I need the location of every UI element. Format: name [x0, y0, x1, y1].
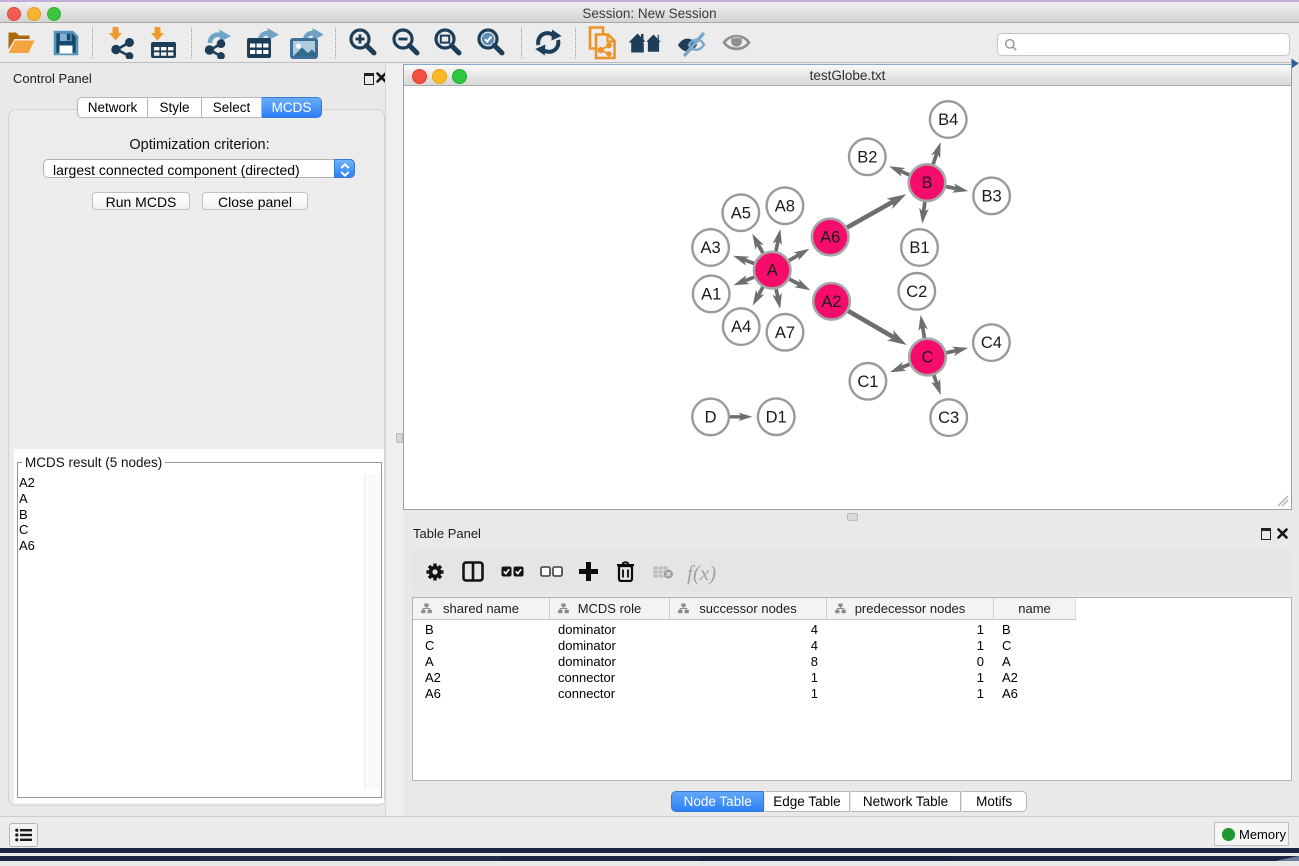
- svg-text:C4: C4: [981, 334, 1002, 352]
- svg-text:C1: C1: [857, 373, 878, 391]
- svg-text:B2: B2: [857, 148, 877, 166]
- svg-text:C2: C2: [906, 283, 927, 301]
- svg-text:A8: A8: [775, 197, 795, 215]
- svg-text:B4: B4: [938, 111, 958, 129]
- svg-text:B3: B3: [982, 188, 1002, 206]
- svg-text:D: D: [705, 409, 717, 427]
- svg-text:B: B: [921, 174, 932, 192]
- svg-text:A6: A6: [820, 229, 840, 247]
- svg-text:A1: A1: [701, 286, 721, 304]
- svg-text:B1: B1: [909, 239, 929, 257]
- svg-text:A5: A5: [731, 204, 751, 222]
- svg-text:A2: A2: [821, 293, 841, 311]
- svg-text:C3: C3: [938, 409, 959, 427]
- svg-text:A4: A4: [731, 318, 751, 336]
- svg-text:C: C: [922, 349, 934, 367]
- svg-text:A: A: [767, 262, 778, 280]
- svg-text:D1: D1: [766, 408, 787, 426]
- svg-text:A3: A3: [701, 239, 721, 257]
- svg-text:A7: A7: [775, 324, 795, 342]
